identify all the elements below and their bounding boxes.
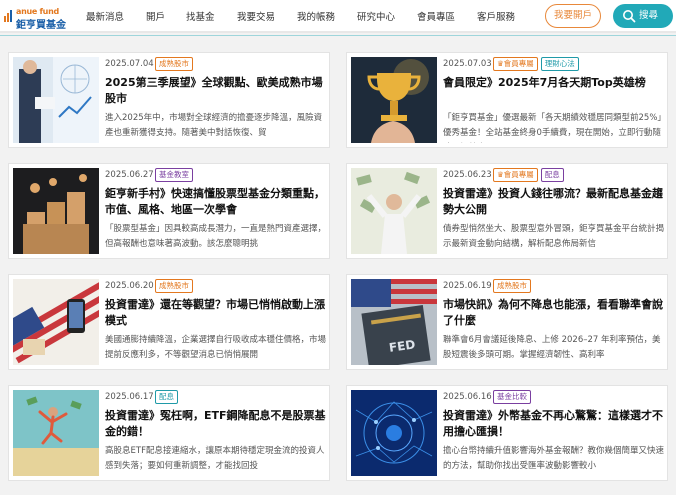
article-tags: 成熟股市	[155, 279, 193, 293]
article-thumbnail-currency-network	[351, 390, 437, 476]
article-tag[interactable]: 配息	[155, 390, 178, 404]
article-tag-label: 會員專屬	[503, 170, 534, 179]
article-thumbnail-jumping-person	[13, 390, 99, 476]
article-excerpt: 擔心台幣持續升值影響海外基金報酬？教你幾個簡單又快速的方法，幫助你找出受匯率波動…	[443, 446, 665, 471]
article-tags: ♛會員專屬 理財心法	[493, 57, 579, 71]
header-divider	[0, 35, 676, 36]
site-logo[interactable]: anue fund 鉅亨買基金	[4, 6, 68, 31]
nav-member[interactable]: 會員專區	[417, 9, 455, 23]
nav-find-fund[interactable]: 找基金	[186, 9, 215, 23]
article-card[interactable]: 2025.06.23 ♛會員專屬 配息 投資雷達》投資人錢往哪流？最新配息基金趨…	[346, 163, 668, 259]
search-button[interactable]: 搜尋	[613, 4, 673, 28]
article-tag[interactable]: ♛會員專屬	[493, 168, 538, 182]
article-thumbnail-trophy	[351, 57, 437, 143]
article-title[interactable]: 2025第三季展望》全球觀點、歐美成熟市場股市	[105, 75, 327, 107]
article-card[interactable]: FED 2025.06.19 成熟股市 市場快訊》為何不降息也能漲，看看聯準會說…	[346, 274, 668, 370]
article-thumbnail-businessman-globe	[13, 57, 99, 143]
nav-research[interactable]: 研究中心	[357, 9, 395, 23]
article-tag[interactable]: 配息	[540, 168, 564, 182]
article-tags: 成熟股市	[155, 57, 193, 71]
article-tags: 基金教室	[155, 168, 193, 182]
article-title[interactable]: 投資雷達》還在等觀望？市場已悄悄啟動上漲模式	[105, 297, 327, 329]
article-tag[interactable]: 基金教室	[155, 168, 193, 182]
article-card[interactable]: 2025.06.20 成熟股市 投資雷達》還在等觀望？市場已悄悄啟動上漲模式 美…	[8, 274, 330, 370]
crown-icon: ♛	[497, 59, 504, 68]
article-excerpt: 債券型悄然坐大、股票型意外冒頭，鉅亨買基金平台統計揭示最新資金動向結構，解析配息…	[443, 224, 665, 249]
article-date: 2025.06.23	[443, 170, 492, 180]
article-title[interactable]: 投資雷達》投資人錢往哪流？最新配息基金趨勢大公開	[443, 186, 665, 218]
article-tags: ♛會員專屬 配息	[493, 168, 564, 182]
open-account-button[interactable]: 我要開戶	[545, 4, 601, 28]
article-card[interactable]: 2025.06.16 基金比較 投資雷達》外幣基金不再心驚驚：這樣選才不用擔心匯…	[346, 385, 668, 481]
article-excerpt: 進入2025年中，市場對全球經濟的擔憂逐步降溫，風險資產也重新獲得支持。隨著美中…	[105, 113, 323, 138]
article-tags: 配息	[155, 390, 178, 404]
article-excerpt: 「鉅亨買基金」優選最新「各天期績效穩居同類型前25%」優秀基金！全站基金終身0手…	[443, 113, 662, 138]
article-tags: 基金比較	[493, 390, 531, 404]
nav-customer-service[interactable]: 客戶服務	[477, 9, 515, 23]
article-tag[interactable]: 成熟股市	[155, 279, 193, 293]
article-tag[interactable]: 成熟股市	[493, 279, 531, 293]
article-card[interactable]: 2025.07.03 ♛會員專屬 理財心法 會員限定》2025年7月各天期Top…	[346, 52, 668, 148]
article-date: 2025.06.20	[105, 281, 154, 291]
article-card[interactable]: 2025.06.27 基金教室 鉅亨新手村》快速搞懂股票型基金分類重點，市值、風…	[8, 163, 330, 259]
article-card[interactable]: 2025.06.17 配息 投資雷達》冤枉啊，ETF鋼降配息不是股票基金的錯！ …	[8, 385, 330, 481]
article-date: 2025.07.04	[105, 59, 154, 69]
crown-icon: ♛	[497, 170, 504, 179]
article-date: 2025.07.03	[443, 59, 492, 69]
article-title[interactable]: 市場快訊》為何不降息也能漲，看看聯準會說了什麼	[443, 297, 665, 329]
article-thumbnail-money-rain	[351, 168, 437, 254]
nav-trade[interactable]: 我要交易	[237, 9, 275, 23]
article-title[interactable]: 投資雷達》冤枉啊，ETF鋼降配息不是股票基金的錯！	[105, 408, 327, 440]
nav-my-account[interactable]: 我的帳務	[297, 9, 335, 23]
article-thumbnail-fed-file: FED	[351, 279, 437, 365]
article-thumbnail-flag-phone	[13, 279, 99, 365]
article-tag-label: 會員專屬	[503, 59, 534, 68]
logo-text-zh: 鉅亨買基金	[16, 20, 66, 31]
article-excerpt: 聯準會6月會議延後降息、上修 2026–27 年利率預估，美股短震後多頭可期。掌…	[443, 335, 661, 360]
article-excerpt: 「股票型基金」因具較高成長潛力，一直是熱門資產選擇，但高報酬也意味著高波動。該怎…	[105, 224, 327, 249]
article-date: 2025.06.17	[105, 392, 154, 402]
article-excerpt: 美國通膨持續降溫，企業選擇自行吸收成本穩住價格，市場提前反應利多，不等觀望消息已…	[105, 335, 327, 360]
article-tag[interactable]: 基金比較	[493, 390, 531, 404]
article-date: 2025.06.19	[443, 281, 492, 291]
article-date: 2025.06.27	[105, 170, 154, 180]
article-tag[interactable]: 成熟股市	[155, 57, 193, 71]
article-date: 2025.06.16	[443, 392, 492, 402]
site-header: anue fund 鉅亨買基金 最新消息 開戶 找基金 我要交易 我的帳務 研究…	[0, 0, 676, 33]
logo-text-en: anue fund	[16, 7, 59, 16]
article-tag[interactable]: ♛會員專屬	[493, 57, 538, 71]
article-card[interactable]: 2025.07.04 成熟股市 2025第三季展望》全球觀點、歐美成熟市場股市 …	[8, 52, 330, 148]
search-icon	[623, 10, 636, 23]
article-title[interactable]: 鉅亨新手村》快速搞懂股票型基金分類重點，市值、風格、地區一次學會	[105, 186, 327, 218]
search-label: 搜尋	[639, 10, 659, 21]
article-excerpt: 高股息ETF配息接連縮水，讓原本期待穩定現金流的投資人感到失落；要如何重新調整，…	[105, 446, 325, 471]
logo-mark-icon	[4, 10, 12, 22]
article-tags: 成熟股市	[493, 279, 531, 293]
article-thumbnail-wooden-blocks	[13, 168, 99, 254]
article-title[interactable]: 會員限定》2025年7月各天期Top英雄榜	[443, 75, 665, 91]
article-tag[interactable]: 理財心法	[540, 57, 579, 71]
nav-latest-news[interactable]: 最新消息	[86, 9, 124, 23]
nav-open-account[interactable]: 開戶	[146, 9, 165, 23]
article-title[interactable]: 投資雷達》外幣基金不再心驚驚：這樣選才不用擔心匯損！	[443, 408, 665, 440]
